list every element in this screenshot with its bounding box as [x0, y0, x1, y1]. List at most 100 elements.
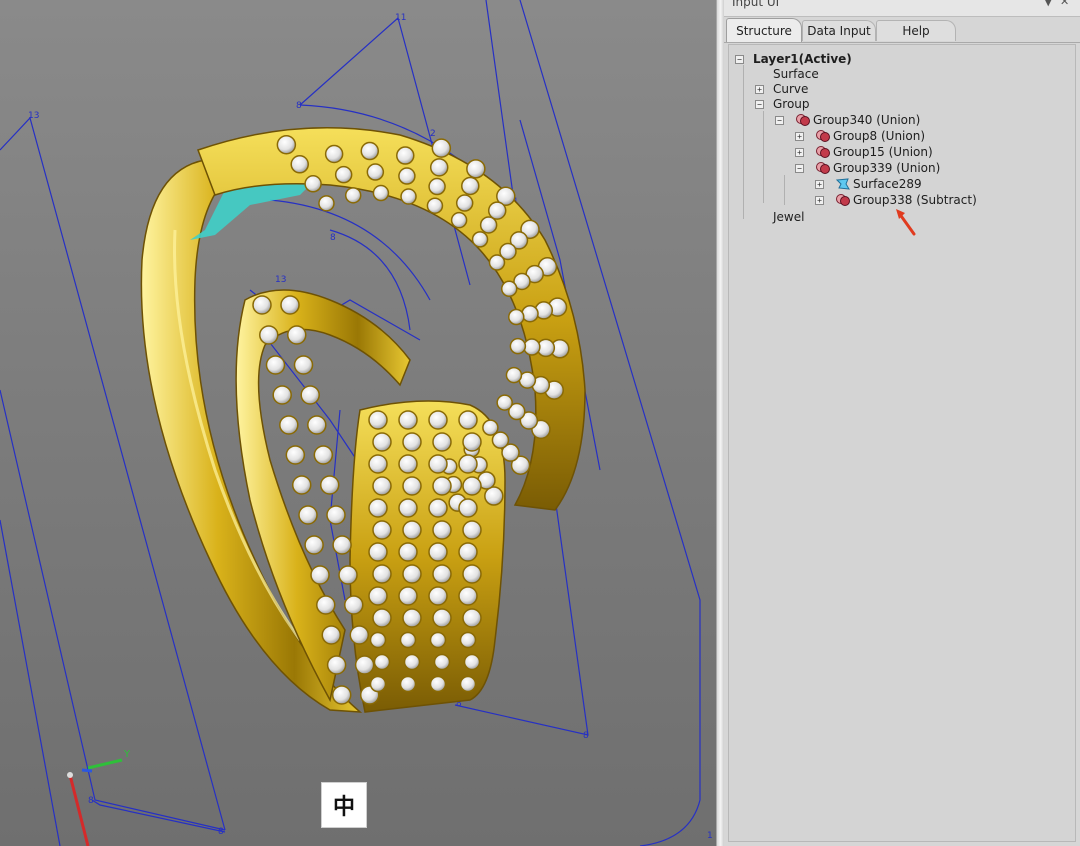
boolean-union-icon: [816, 146, 830, 158]
diamond: [402, 476, 422, 496]
diamond: [298, 505, 318, 525]
diamond: [399, 675, 417, 693]
tab-help[interactable]: Help: [876, 20, 956, 41]
diamond: [458, 410, 478, 430]
diamond: [368, 542, 388, 562]
diamond: [319, 475, 340, 495]
diamond: [500, 280, 518, 298]
collapse-icon[interactable]: −: [755, 100, 764, 109]
diamond: [326, 655, 347, 675]
ring-model-render[interactable]: 1113 82 34 58 88 81 138: [0, 0, 716, 846]
collapse-icon[interactable]: −: [775, 116, 784, 125]
expand-icon[interactable]: +: [795, 132, 804, 141]
diamond: [324, 144, 344, 164]
diamond: [471, 231, 489, 248]
expand-icon[interactable]: +: [815, 180, 824, 189]
diamond: [428, 586, 448, 606]
diamond: [304, 175, 322, 193]
diamond: [428, 454, 448, 474]
diamond: [450, 211, 468, 229]
diamond: [372, 476, 392, 496]
diamond: [326, 505, 346, 525]
diamond: [398, 454, 418, 474]
diamond: [360, 141, 380, 161]
diamond: [402, 564, 422, 584]
diamond: [487, 201, 507, 220]
collapse-icon[interactable]: −: [795, 164, 804, 173]
3d-viewport[interactable]: 1113 82 34 58 88 81 138: [0, 0, 716, 846]
diamond: [398, 498, 418, 518]
diamond: [368, 410, 388, 430]
diamond: [462, 476, 482, 496]
close-icon[interactable]: ✕: [1060, 0, 1069, 8]
diamond: [338, 565, 358, 585]
diamond: [287, 325, 307, 345]
tab-data-input[interactable]: Data Input: [802, 20, 876, 41]
diamond: [432, 564, 452, 584]
diamond: [432, 608, 452, 628]
panel-tabs: Structure Data Input Help: [724, 18, 1080, 43]
diamond: [396, 146, 415, 165]
diamond: [458, 542, 478, 562]
expand-icon[interactable]: +: [815, 196, 824, 205]
tab-structure[interactable]: Structure: [726, 18, 802, 42]
diamond: [354, 655, 375, 675]
diamond: [290, 155, 309, 174]
diamond: [398, 167, 416, 185]
diamond: [508, 308, 525, 326]
panel-splitter[interactable]: [716, 0, 724, 846]
expand-icon[interactable]: +: [755, 85, 764, 94]
diamond: [366, 163, 385, 181]
svg-text:11: 11: [395, 13, 406, 23]
diamond: [368, 454, 388, 474]
diamond: [291, 475, 312, 495]
diamond: [304, 535, 324, 555]
diamond: [372, 520, 392, 540]
diamond: [399, 631, 417, 649]
diamond: [372, 608, 392, 628]
svg-text:8: 8: [218, 827, 224, 837]
diamond: [431, 138, 452, 158]
svg-text:8: 8: [296, 101, 302, 111]
diamond: [373, 653, 391, 671]
diamond: [272, 385, 292, 405]
surface-icon: [835, 178, 850, 190]
diamond: [432, 520, 452, 540]
diamond: [455, 194, 474, 212]
diamond: [463, 653, 481, 671]
boolean-union-icon: [816, 130, 830, 142]
diamond: [432, 476, 452, 496]
diamond: [505, 366, 523, 384]
diamond: [459, 675, 477, 693]
diamond: [428, 410, 448, 430]
svg-text:8: 8: [330, 233, 336, 243]
diamond: [461, 176, 480, 196]
diamond: [482, 419, 499, 436]
svg-text:13: 13: [275, 275, 286, 285]
pin-icon[interactable]: ▼: [1044, 0, 1052, 8]
diamond: [426, 197, 444, 214]
diamond: [276, 134, 297, 155]
diamond: [462, 432, 482, 452]
diamond: [344, 187, 362, 204]
expand-icon[interactable]: +: [795, 148, 804, 157]
diamond: [402, 520, 422, 540]
diamond: [509, 337, 527, 355]
diamond: [332, 535, 352, 555]
diamond: [279, 415, 299, 435]
diamond: [458, 498, 478, 518]
boolean-subtract-icon: [836, 194, 850, 206]
diamond: [369, 631, 387, 649]
diamond: [496, 394, 513, 411]
diamond: [428, 177, 446, 196]
diamond: [479, 216, 498, 234]
diamond: [429, 631, 447, 649]
svg-text:8: 8: [583, 731, 589, 741]
diamond: [265, 355, 286, 375]
svg-text:1: 1: [707, 831, 713, 841]
collapse-icon[interactable]: −: [735, 55, 744, 64]
svg-text:13: 13: [28, 111, 39, 121]
diamond: [259, 325, 279, 345]
diamond: [313, 445, 334, 465]
structure-tree: − Layer1(Active) Surface + Curve − Group…: [728, 44, 1076, 842]
